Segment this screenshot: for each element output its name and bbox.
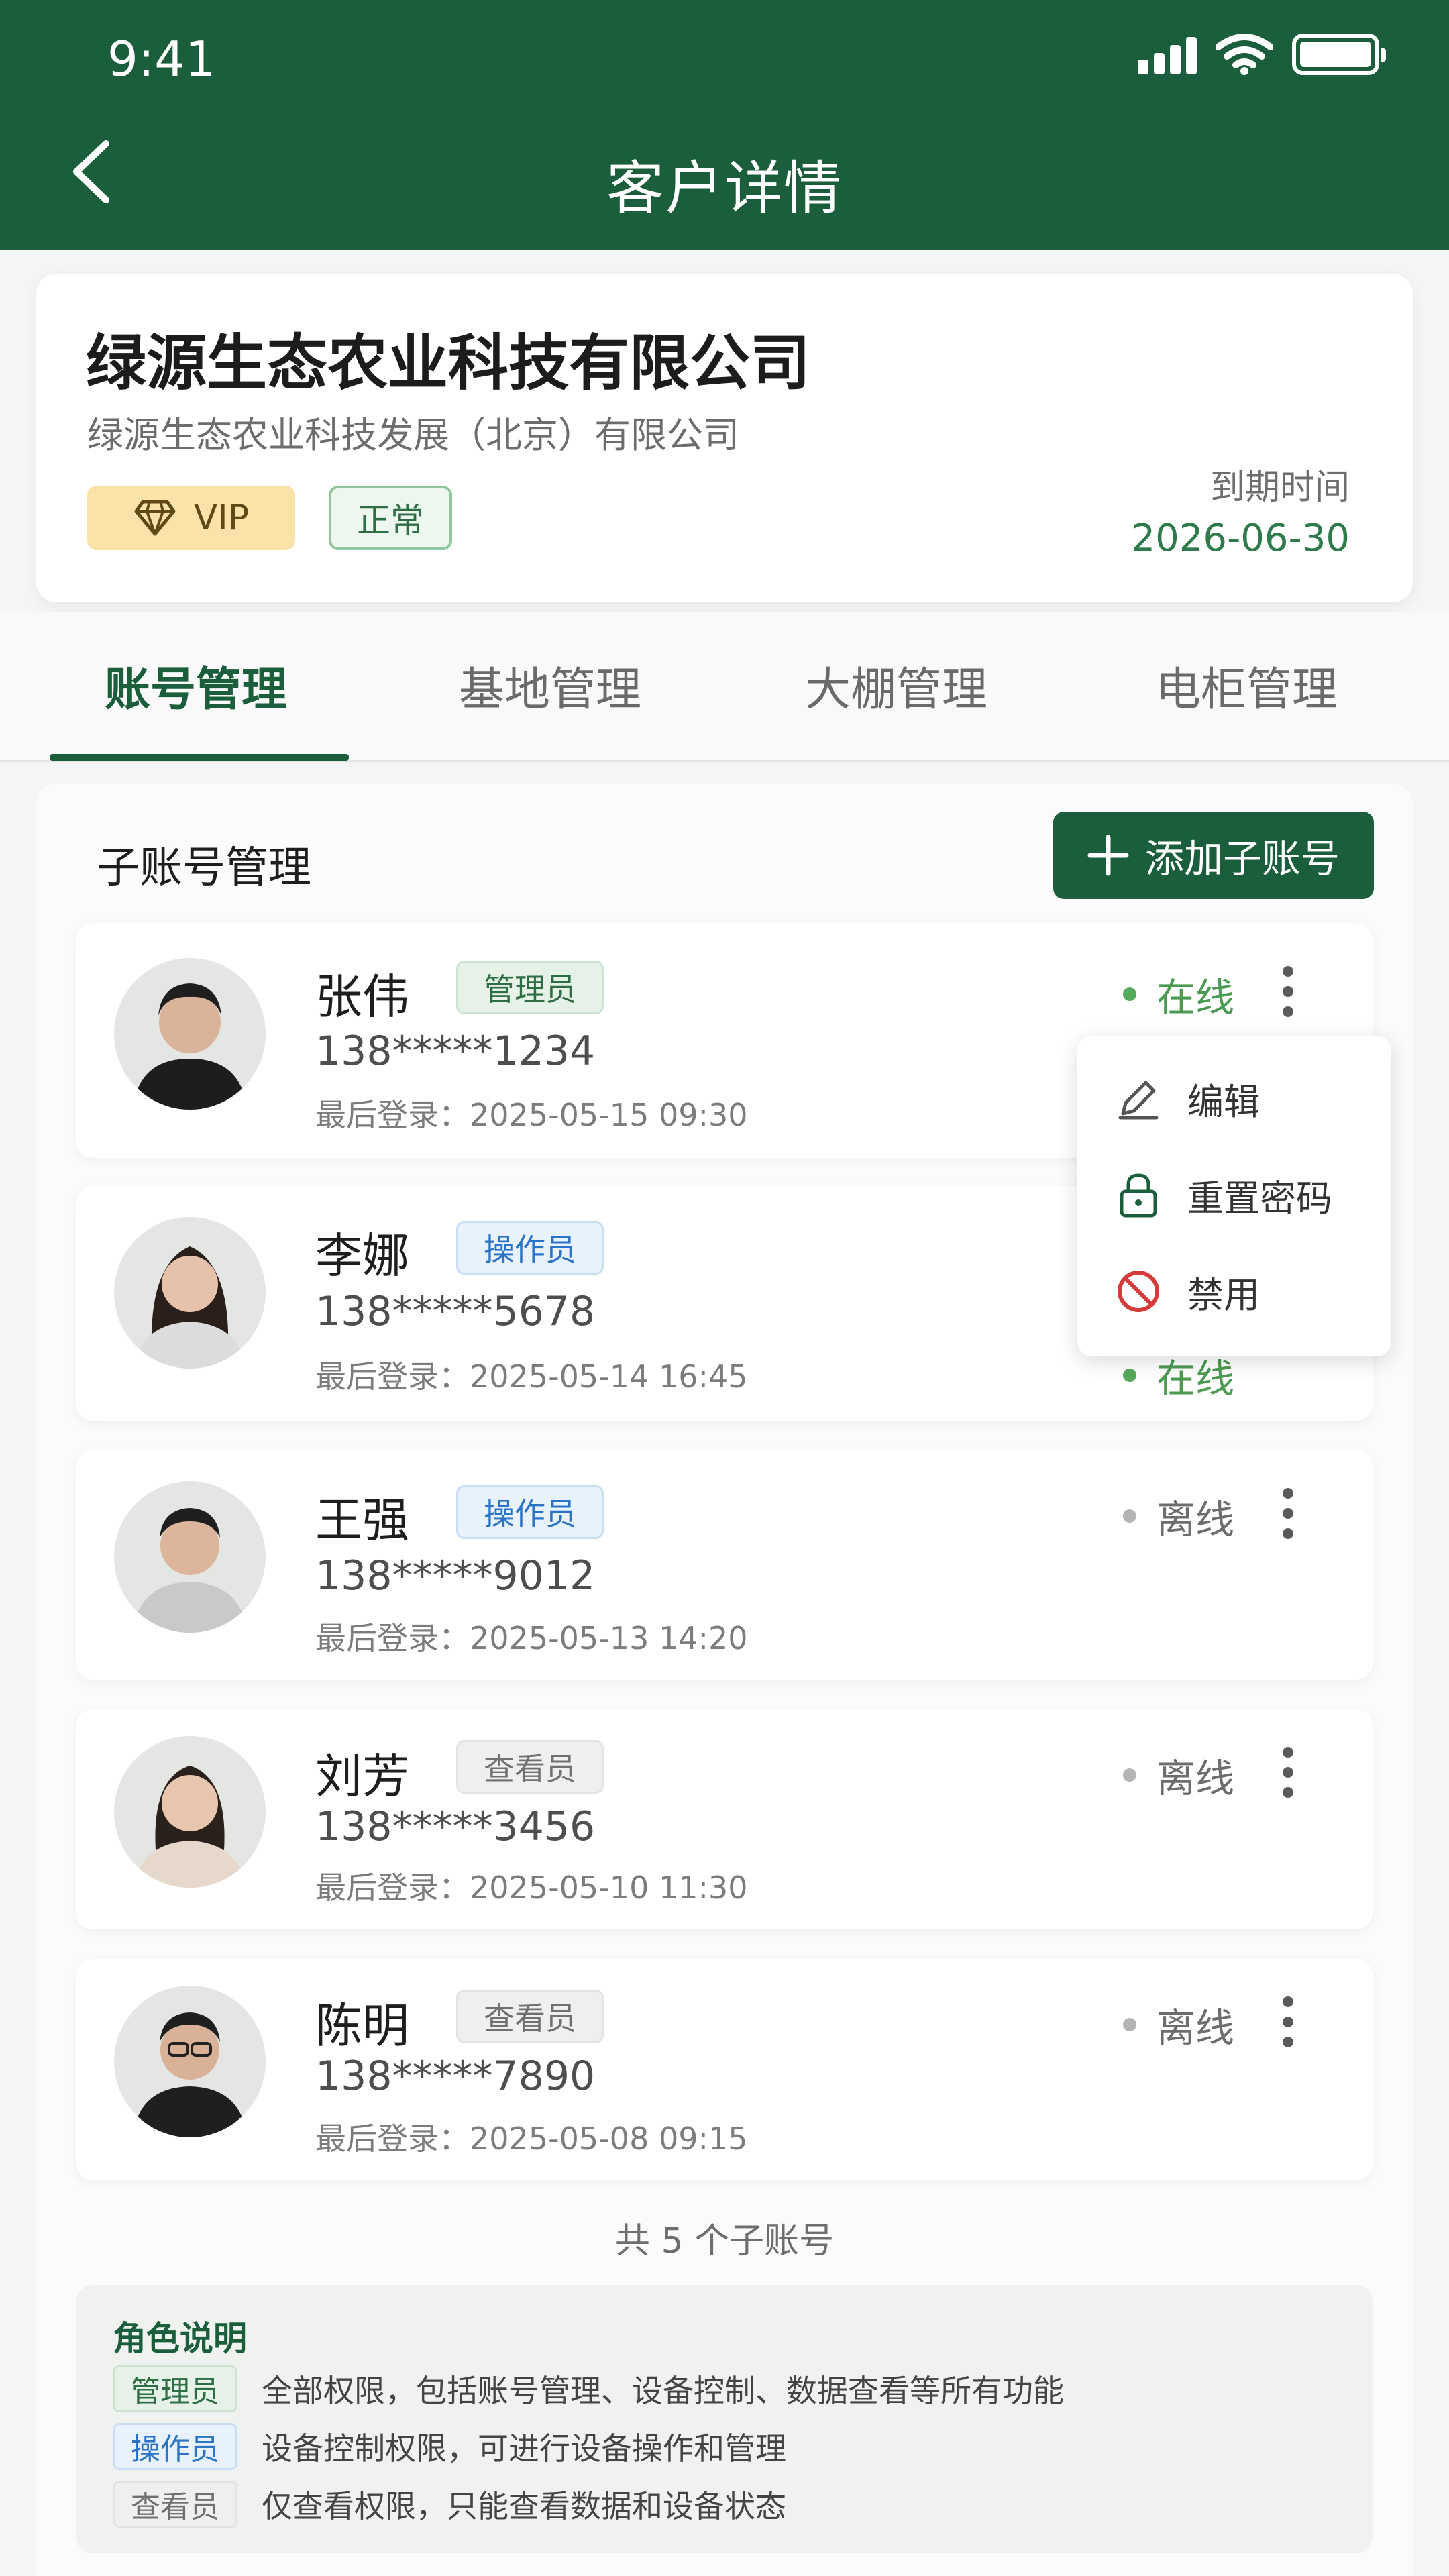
legend-row: 查看员 仅查看权限，只能查看数据和设备状态 — [113, 2481, 786, 2528]
user-phone: 138*****7890 — [315, 2053, 596, 2100]
avatar — [114, 1481, 266, 1633]
status-label: 离线 — [1157, 1497, 1235, 1542]
legend-desc: 全部权限，包括账号管理、设备控制、数据查看等所有功能 — [262, 2373, 1064, 2409]
online-dot-icon — [1123, 1368, 1136, 1382]
status-icons — [1138, 34, 1386, 75]
user-card[interactable]: 王强 操作员 138*****9012 最后登录：2025-05-13 14:2… — [76, 1450, 1373, 1680]
legend-row: 管理员 全部权限，包括账号管理、设备控制、数据查看等所有功能 — [113, 2365, 1064, 2412]
user-phone: 138*****1234 — [315, 1028, 596, 1075]
company-card: 绿源生态农业科技有限公司 绿源生态农业科技发展（北京）有限公司 VIP 正常 到… — [36, 274, 1413, 602]
role-tag: 查看员 — [456, 1740, 604, 1794]
last-login: 最后登录：2025-05-08 09:15 — [315, 2121, 748, 2157]
role-tag: 操作员 — [456, 1221, 604, 1275]
user-phone: 138*****9012 — [315, 1552, 596, 1599]
legend-title: 角色说明 — [113, 2319, 247, 2358]
avatar — [114, 1217, 266, 1368]
menu-item-label: 编辑 — [1187, 1080, 1260, 1123]
more-options-button[interactable] — [1268, 1988, 1308, 2055]
more-options-button[interactable] — [1268, 1480, 1308, 1547]
expire-label: 到期时间 — [1210, 468, 1350, 508]
role-tag: 管理员 — [456, 961, 604, 1014]
ban-icon — [1118, 1271, 1159, 1312]
tab-base-management[interactable]: 基地管理 — [459, 652, 641, 718]
vip-label: VIP — [193, 498, 250, 538]
status-label: 在线 — [1157, 975, 1235, 1020]
last-login: 最后登录：2025-05-10 11:30 — [315, 1870, 748, 1906]
expire-date: 2026-06-30 — [1131, 517, 1350, 560]
avatar — [114, 958, 266, 1110]
more-options-menu: 编辑 重置密码 禁用 — [1077, 1036, 1391, 1356]
user-name: 王强 — [315, 1493, 409, 1548]
last-login: 最后登录：2025-05-13 14:20 — [315, 1620, 748, 1656]
role-legend: 角色说明 管理员 全部权限，包括账号管理、设备控制、数据查看等所有功能 操作员 … — [76, 2285, 1373, 2553]
add-button-label: 添加子账号 — [1144, 836, 1340, 881]
menu-item-edit[interactable]: 编辑 — [1077, 1051, 1391, 1146]
tab-greenhouse-management[interactable]: 大棚管理 — [805, 652, 987, 718]
page-title: 客户详情 — [606, 155, 843, 222]
menu-item-label: 禁用 — [1187, 1273, 1260, 1316]
wifi-icon — [1216, 34, 1273, 75]
status-indicator: 离线 — [1123, 1747, 1234, 1803]
legend-row: 操作员 设备控制权限，可进行设备操作和管理 — [113, 2423, 786, 2470]
menu-item-disable[interactable]: 禁用 — [1077, 1244, 1391, 1339]
cellular-signal-icon — [1138, 34, 1197, 74]
active-tab-indicator — [50, 754, 349, 761]
user-card[interactable]: 陈明 查看员 138*****7890 最后登录：2025-05-08 09:1… — [76, 1959, 1373, 2180]
offline-dot-icon — [1123, 1768, 1136, 1782]
battery-icon — [1292, 34, 1386, 75]
section-title: 子账号管理 — [97, 843, 311, 893]
menu-item-label: 重置密码 — [1187, 1177, 1332, 1220]
legend-tag: 管理员 — [113, 2365, 237, 2412]
user-name: 李娜 — [315, 1228, 409, 1283]
role-tag: 查看员 — [456, 1990, 604, 2043]
tab-cabinet-management[interactable]: 电柜管理 — [1155, 652, 1338, 718]
account-status-badge: 正常 — [329, 486, 452, 550]
plus-icon — [1087, 835, 1129, 876]
legend-desc: 仅查看权限，只能查看数据和设备状态 — [262, 2488, 786, 2524]
more-options-button[interactable] — [1268, 1739, 1308, 1806]
status-indicator: 离线 — [1123, 1488, 1234, 1544]
user-name: 刘芳 — [315, 1749, 409, 1804]
user-phone: 138*****3456 — [315, 1803, 596, 1850]
status-indicator: 离线 — [1123, 1996, 1234, 2053]
more-options-button[interactable] — [1268, 958, 1308, 1025]
last-login: 最后登录：2025-05-15 09:30 — [315, 1097, 748, 1133]
last-login: 最后登录：2025-05-14 16:45 — [315, 1358, 748, 1395]
offline-dot-icon — [1123, 2018, 1136, 2031]
avatar — [114, 1736, 266, 1888]
legend-tag: 查看员 — [113, 2481, 237, 2528]
tab-account-management[interactable]: 账号管理 — [105, 652, 287, 718]
company-full-name: 绿源生态农业科技发展（北京）有限公司 — [87, 414, 739, 456]
vip-badge: VIP — [87, 486, 295, 550]
user-card[interactable]: 刘芳 查看员 138*****3456 最后登录：2025-05-10 11:3… — [76, 1709, 1373, 1929]
status-indicator: 在线 — [1123, 966, 1234, 1022]
menu-item-reset-password[interactable]: 重置密码 — [1077, 1147, 1391, 1242]
company-name: 绿源生态农业科技有限公司 — [86, 328, 810, 398]
avatar — [114, 1986, 266, 2137]
user-name: 张伟 — [315, 969, 409, 1024]
edit-icon — [1118, 1081, 1159, 1120]
legend-desc: 设备控制权限，可进行设备操作和管理 — [262, 2430, 786, 2467]
user-phone: 138*****5678 — [315, 1288, 596, 1335]
tab-bar: 账号管理 基地管理 大棚管理 电柜管理 — [0, 612, 1449, 762]
offline-dot-icon — [1123, 1509, 1136, 1523]
lock-icon — [1120, 1173, 1157, 1218]
total-count: 共 5 个子账号 — [614, 2221, 835, 2261]
diamond-icon — [134, 500, 176, 536]
add-sub-account-button[interactable]: 添加子账号 — [1053, 812, 1374, 899]
status-label: 离线 — [1157, 2005, 1235, 2051]
online-dot-icon — [1123, 987, 1136, 1001]
role-tag: 操作员 — [456, 1485, 604, 1539]
app-header: 9:41 客户详情 — [0, 0, 1449, 250]
legend-tag: 操作员 — [113, 2423, 237, 2470]
user-name: 陈明 — [315, 1998, 409, 2053]
status-label: 离线 — [1157, 1756, 1235, 1801]
status-time: 9:41 — [107, 31, 216, 87]
